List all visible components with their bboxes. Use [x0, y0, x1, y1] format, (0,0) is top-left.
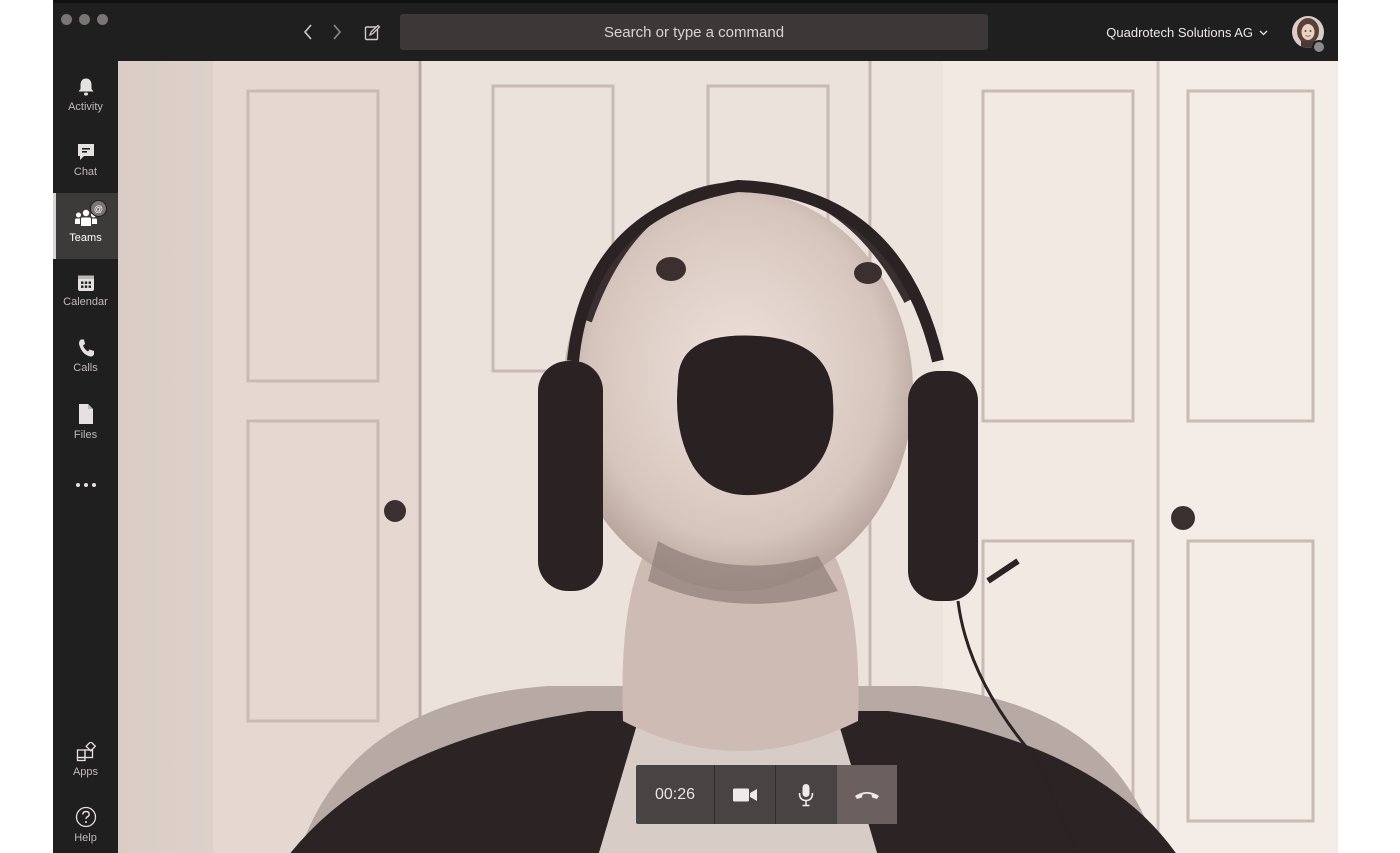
microphone-icon [798, 783, 814, 806]
mention-badge: @ [90, 200, 107, 217]
call-controls: 00:26 [636, 765, 897, 824]
nav-files[interactable]: Files [53, 390, 118, 454]
zoom-window-button[interactable] [97, 14, 108, 25]
teams-window: Search or type a command Quadrotech Solu… [53, 0, 1338, 853]
nav-teams-label: Teams [69, 232, 102, 244]
camera-icon [733, 788, 757, 801]
nav-calls[interactable]: Calls [53, 324, 118, 388]
window-controls [61, 14, 108, 25]
forward-arrow-icon [333, 24, 342, 40]
nav-chat-label: Chat [73, 166, 98, 178]
nav-chat[interactable]: Chat [53, 128, 118, 192]
nav-activity[interactable]: Activity [53, 63, 118, 127]
help-icon [75, 806, 96, 828]
more-apps-button[interactable] [53, 457, 118, 517]
call-duration: 00:26 [654, 785, 696, 803]
back-button[interactable] [297, 21, 319, 43]
nav-help-label: Help [74, 832, 97, 844]
nav-calendar[interactable]: Calendar [53, 259, 118, 323]
file-icon [78, 404, 93, 424]
new-chat-button[interactable] [361, 21, 383, 43]
nav-apps[interactable]: Apps [53, 728, 118, 792]
nav-teams[interactable]: @ Teams [53, 193, 118, 259]
phone-icon [78, 339, 94, 357]
app-bar: Activity Chat @ Teams Calendar Calls Fil… [53, 61, 118, 853]
presence-status-dot [1312, 40, 1326, 54]
nav-calendar-label: Calendar [63, 296, 108, 308]
apps-icon [76, 742, 96, 762]
nav-apps-label: Apps [72, 766, 99, 778]
nav-help[interactable]: Help [53, 793, 118, 853]
camera-button[interactable] [714, 765, 775, 824]
bell-icon [78, 78, 93, 96]
chat-icon [77, 144, 94, 160]
nav-activity-label: Activity [68, 101, 103, 113]
calendar-icon [77, 275, 94, 291]
nav-files-label: Files [73, 429, 98, 441]
close-window-button[interactable] [61, 14, 72, 25]
org-name: Quadrotech Solutions AG [1106, 25, 1253, 40]
title-bar: Search or type a command Quadrotech Solu… [53, 3, 1338, 61]
nav-calls-label: Calls [73, 362, 98, 374]
search-input[interactable]: Search or type a command [400, 14, 988, 50]
video-feed [118, 61, 1338, 853]
chevron-down-icon [1259, 30, 1268, 35]
hang-up-icon [855, 791, 879, 799]
minimize-window-button[interactable] [79, 14, 90, 25]
back-arrow-icon [303, 24, 312, 40]
forward-button[interactable] [326, 21, 348, 43]
org-switcher[interactable]: Quadrotech Solutions AG [1106, 25, 1268, 40]
microphone-button[interactable] [775, 765, 836, 824]
video-stage: 00:26 [118, 61, 1338, 853]
search-placeholder: Search or type a command [603, 23, 785, 41]
compose-icon [364, 24, 380, 40]
hang-up-button[interactable] [836, 765, 897, 824]
more-icon [75, 483, 96, 487]
